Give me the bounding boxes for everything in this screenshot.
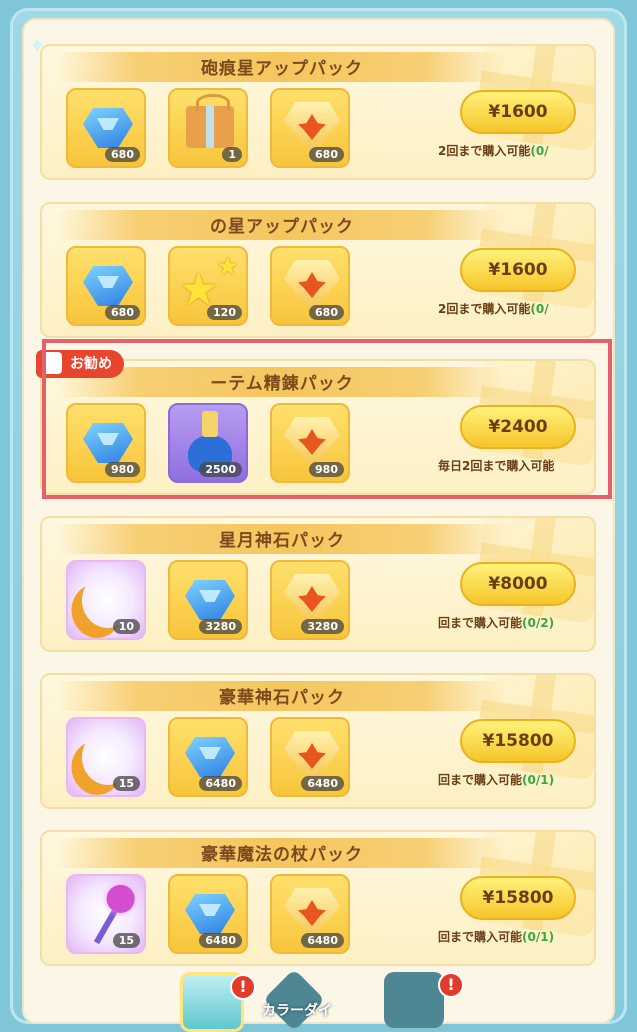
reward-item[interactable]: 680 (270, 246, 350, 326)
reward-item[interactable]: 6480 (168, 717, 248, 797)
pack-title: 砲痕星アップパック (201, 59, 363, 79)
reward-item[interactable]: ★ ★ 120 (168, 246, 248, 326)
bottom-tab-bar: ! カラーダイ ! (150, 968, 490, 1032)
pack-title: 星月神石パック (219, 531, 345, 551)
buy-button[interactable]: ¥15800 (460, 719, 576, 763)
item-quantity: 6480 (199, 776, 242, 791)
purchase-limit-text: 毎日2回まで購入可能 (438, 459, 555, 473)
pack-card: ーテム精錬パック 980 2500 980 ¥2400 毎日2回まで購入可能 (40, 359, 596, 495)
reward-item[interactable]: 2500 (168, 403, 248, 483)
pack-title: の星アップパック (210, 217, 354, 237)
item-quantity: 680 (105, 147, 140, 162)
reward-item[interactable]: 680 (270, 88, 350, 168)
reward-item[interactable]: 980 (66, 403, 146, 483)
purchase-limit-text: 回まで購入可能 (438, 773, 523, 787)
reward-item[interactable]: 6480 (270, 717, 350, 797)
item-quantity: 6480 (301, 933, 344, 948)
purchase-count: (0/1) (522, 930, 555, 944)
pack-card: 星月神石パック 10 3280 3280 ¥8000 回まで購入可能(0/2) (40, 516, 596, 652)
buy-button[interactable]: ¥1600 (460, 90, 576, 134)
pack-title: 豪華神石パック (219, 688, 345, 708)
purchase-count: (0/2) (522, 616, 555, 630)
item-quantity: 15 (112, 776, 140, 791)
buy-button[interactable]: ¥2400 (460, 405, 576, 449)
purchase-count: (0/1) (522, 773, 555, 787)
item-quantity: 680 (105, 305, 140, 320)
item-quantity: 6480 (199, 933, 242, 948)
item-quantity: 6480 (301, 776, 344, 791)
alert-icon: ! (438, 972, 464, 998)
recommend-badge-label: お勧め (70, 356, 112, 372)
item-quantity: 680 (309, 147, 344, 162)
purchase-limit: 毎日2回まで購入可能 (438, 457, 594, 474)
reward-item[interactable]: 3280 (270, 560, 350, 640)
reward-item[interactable]: 680 (66, 88, 146, 168)
purchase-limit-text: 回まで購入可能 (438, 616, 523, 630)
purchase-count: (0/ (530, 302, 549, 316)
item-quantity: 980 (105, 462, 140, 477)
item-quantity: 980 (309, 462, 344, 477)
tab-video[interactable] (384, 972, 444, 1028)
item-quantity: 15 (112, 933, 140, 948)
purchase-limit-text: 2回まで購入可能 (438, 302, 531, 316)
reward-item[interactable]: 680 (66, 246, 146, 326)
purchase-limit-text: 回まで購入可能 (438, 930, 523, 944)
pack-card: 豪華魔法の杖パック 15 6480 6480 ¥15800 回まで購入可能(0/1) (40, 830, 596, 966)
buy-button[interactable]: ¥8000 (460, 562, 576, 606)
reward-item[interactable]: 10 (66, 560, 146, 640)
reward-item[interactable]: 6480 (168, 874, 248, 954)
purchase-limit: 回まで購入可能(0/2) (438, 614, 594, 631)
pack-card: の星アップパック 680 ★ ★ 120 680 ¥1600 2回まで購入可能(0/ (40, 202, 596, 338)
buy-button[interactable]: ¥1600 (460, 248, 576, 292)
buy-button[interactable]: ¥15800 (460, 876, 576, 920)
reward-item[interactable]: 3280 (168, 560, 248, 640)
tab-color-dye-label: カラーダイ (262, 1003, 332, 1019)
reward-item[interactable]: 15 (66, 717, 146, 797)
item-quantity: 10 (112, 619, 140, 634)
item-quantity: 3280 (301, 619, 344, 634)
purchase-count: (0/ (530, 144, 549, 158)
item-quantity: 680 (309, 305, 344, 320)
pack-card: 砲痕星アップパック 680 1 680 ¥1600 2回まで購入可能(0/ (40, 44, 596, 180)
purchase-limit: 2回まで購入可能(0/ (438, 142, 594, 159)
purchase-limit: 2回まで購入可能(0/ (438, 300, 594, 317)
item-quantity: 1 (222, 147, 242, 162)
reward-item[interactable]: 15 (66, 874, 146, 954)
reward-item[interactable]: 1 (168, 88, 248, 168)
purchase-limit-text: 2回まで購入可能 (438, 144, 531, 158)
purchase-limit: 回まで購入可能(0/1) (438, 771, 594, 788)
reward-item[interactable]: 980 (270, 403, 350, 483)
reward-item[interactable]: 6480 (270, 874, 350, 954)
thumb-icon (42, 352, 62, 374)
item-quantity: 120 (207, 305, 242, 320)
alert-icon: ! (230, 974, 256, 1000)
pack-title: 豪華魔法の杖パック (201, 845, 363, 865)
item-quantity: 3280 (199, 619, 242, 634)
purchase-limit: 回まで購入可能(0/1) (438, 928, 594, 945)
pack-card: 豪華神石パック 15 6480 6480 ¥15800 回まで購入可能(0/1) (40, 673, 596, 809)
recommend-badge: お勧め (36, 350, 124, 378)
item-quantity: 2500 (199, 462, 242, 477)
